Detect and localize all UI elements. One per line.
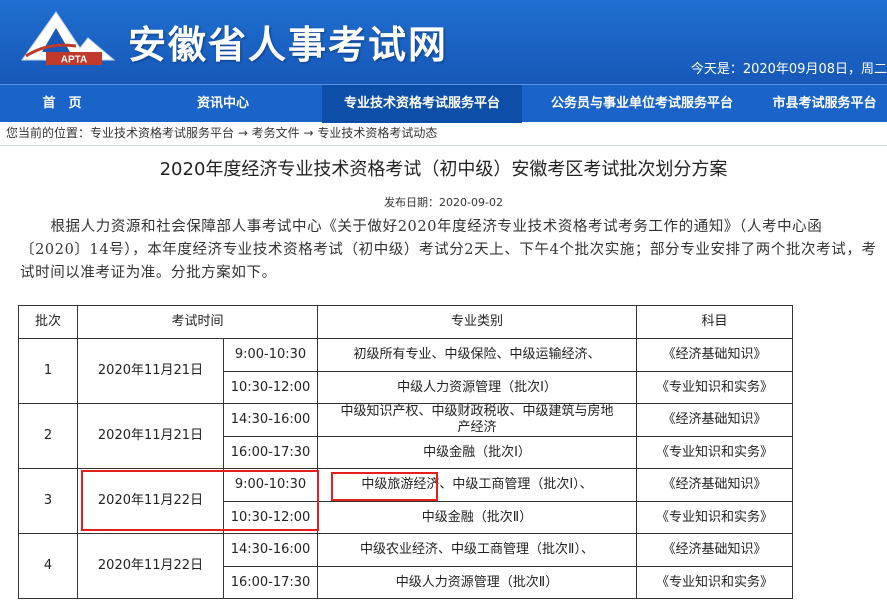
subject: 《经济基础知识》 [636, 533, 793, 567]
divider [0, 145, 887, 146]
main-nav: 首 页 资讯中心 专业技术资格考试服务平台 公务员与事业单位考试服务平台 市县考… [0, 84, 887, 123]
time-slot: 14:30-16:00 [223, 533, 318, 567]
publish-date: 发布日期：2020-09-02 [384, 196, 503, 209]
nav-city-county-platform[interactable]: 市县考试服务平台 [762, 85, 887, 123]
subject: 《经济基础知识》 [636, 403, 793, 437]
major-line: 中级人力资源管理（批次Ⅱ） [317, 566, 637, 599]
table-row: 2 2020年11月21日 14:30-16:00 中级知识产权、中级财政税收、… [18, 403, 793, 469]
table-header-row: 批次 考试时间 专业类别 科目 [18, 305, 793, 339]
header-major: 专业类别 [317, 305, 637, 339]
exam-date: 2020年11月21日 [77, 338, 224, 404]
time-slot: 9:00-10:30 [223, 468, 318, 502]
highlighted-major: 中级旅游经济、 [361, 477, 453, 492]
major-line: 中级金融（批次Ⅰ） [317, 436, 637, 469]
batch-number: 2 [18, 403, 78, 469]
header-batch: 批次 [18, 305, 78, 339]
time-slot: 16:00-17:30 [223, 436, 318, 469]
table-row: 1 2020年11月21日 9:00-10:30 初级所有专业、中级保险、中级运… [18, 338, 793, 404]
exam-date: 2020年11月22日 [77, 468, 224, 534]
batch-number: 4 [18, 533, 78, 599]
nav-civil-service-platform[interactable]: 公务员与事业单位考试服务平台 [522, 85, 762, 123]
major-line: 初级所有专业、中级保险、中级运输经济、 [317, 338, 637, 372]
major-text: 中级工商管理（批次Ⅰ）、 [452, 477, 593, 492]
article-title: 2020年度经济专业技术资格考试（初中级）安徽考区考试批次划分方案 [159, 159, 728, 180]
major-line: 中级农业经济、中级工商管理（批次Ⅱ）、 [317, 533, 637, 567]
schedule-table: 批次 考试时间 专业类别 科目 1 2020年11月21日 9:00-10:30… [18, 305, 793, 599]
batch-number: 3 [18, 468, 78, 534]
batch-number: 1 [18, 338, 78, 404]
major-line: 中级人力资源管理（批次Ⅰ） [317, 371, 637, 404]
subject: 《专业知识和实务》 [636, 501, 793, 534]
subject: 《经济基础知识》 [636, 338, 793, 372]
nav-news[interactable]: 资讯中心 [124, 85, 322, 123]
current-date: 今天是：2020年09月08日，周二 [690, 62, 887, 77]
nav-professional-platform[interactable]: 专业技术资格考试服务平台 [322, 85, 522, 123]
site-header: APTA 安徽省人事考试网 今天是：2020年09月08日，周二 [0, 0, 887, 84]
exam-date: 2020年11月22日 [77, 533, 224, 599]
logo-text: APTA [61, 55, 87, 66]
exam-date: 2020年11月21日 [77, 403, 224, 469]
table-row: 4 2020年11月22日 14:30-16:00 中级农业经济、中级工商管理（… [18, 533, 793, 599]
site-title: 安徽省人事考试网 [128, 22, 449, 67]
major-line: 中级知识产权、中级财政税收、中级建筑与房地产经济 [317, 403, 637, 437]
header-time: 考试时间 [77, 305, 318, 339]
subject: 《专业知识和实务》 [636, 566, 793, 599]
major-line: 中级旅游经济、中级工商管理（批次Ⅰ）、 [317, 468, 637, 502]
subject: 《专业知识和实务》 [636, 371, 793, 404]
nav-home[interactable]: 首 页 [0, 85, 124, 123]
major-line: 中级金融（批次Ⅱ） [317, 501, 637, 534]
subject: 《经济基础知识》 [636, 468, 793, 502]
time-slot: 9:00-10:30 [223, 338, 318, 372]
subject: 《专业知识和实务》 [636, 436, 793, 469]
intro-paragraph: 根据人力资源和社会保障部人事考试中心《关于做好2020年度经济专业技术资格考试考… [20, 219, 877, 281]
time-slot: 10:30-12:00 [223, 371, 318, 404]
time-slot: 16:00-17:30 [223, 566, 318, 599]
time-slot: 10:30-12:00 [223, 501, 318, 534]
header-subject: 科目 [636, 305, 793, 339]
table-row: 3 2020年11月22日 9:00-10:30 中级旅游经济、中级工商管理（批… [18, 468, 793, 534]
time-slot: 14:30-16:00 [223, 403, 318, 437]
apta-logo-icon[interactable]: APTA [18, 8, 118, 68]
breadcrumb: 您当前的位置：专业技术资格考试服务平台 → 考务文件 → 专业技术资格考试动态 [6, 126, 438, 140]
